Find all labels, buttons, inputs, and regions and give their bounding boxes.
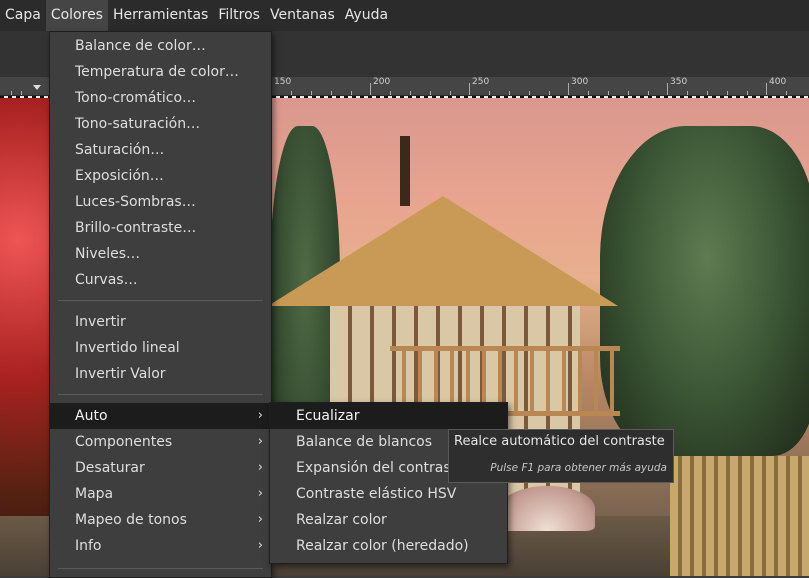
ruler-tick — [430, 91, 431, 95]
menu-item-temperatura-de-color[interactable]: Temperatura de color… — [50, 59, 271, 85]
ruler-tick — [469, 83, 470, 95]
menu-item-mapeo-de-tonos[interactable]: Mapeo de tonos › — [50, 507, 271, 533]
menu-item-luces-sombras[interactable]: Luces-Sombras… — [50, 189, 271, 215]
menu-ayuda[interactable]: Ayuda — [340, 0, 393, 31]
chevron-right-icon: › — [257, 538, 263, 553]
ruler-tick — [648, 91, 649, 95]
menu-capa[interactable]: Capa — [0, 0, 46, 31]
menu-separator — [58, 300, 263, 301]
ruler-label-200: 200 — [373, 77, 391, 87]
ruler-label-250: 250 — [472, 77, 490, 87]
ruler-tick — [608, 91, 609, 95]
ruler-label-150: 150 — [274, 77, 292, 87]
menu-colores[interactable]: Colores — [45, 0, 108, 31]
ruler-tick — [786, 91, 787, 95]
menu-item-componentes-label: Componentes — [75, 434, 173, 450]
menu-separator — [58, 568, 263, 569]
ruler-tick — [628, 91, 629, 95]
ruler-tick — [766, 83, 767, 95]
tooltip: Realce automático del contraste Pulse F1… — [448, 429, 674, 483]
submenu-item-contraste-elastico-hsv[interactable]: Contraste elástico HSV — [270, 481, 507, 507]
painting-umbrella — [500, 486, 595, 531]
ruler-tick — [747, 91, 748, 95]
menu-item-mapa-label: Mapa — [75, 486, 114, 502]
submenu-item-realzar-color[interactable]: Realzar color — [270, 507, 507, 533]
menu-item-desaturar[interactable]: Desaturar › — [50, 455, 271, 481]
ruler-label-350: 350 — [670, 77, 688, 87]
ruler-tick — [489, 91, 490, 95]
ruler-tick — [687, 91, 688, 95]
menu-item-info-label: Info — [75, 538, 102, 554]
menu-item-desaturar-label: Desaturar — [75, 460, 145, 476]
menu-separator — [58, 394, 263, 395]
menu-item-mapeo-de-tonos-label: Mapeo de tonos — [75, 512, 187, 528]
menu-item-auto-label: Auto — [75, 408, 108, 424]
colores-menu: Balance de color… Temperatura de color… … — [49, 31, 272, 578]
menu-item-mapa[interactable]: Mapa › — [50, 481, 271, 507]
painting-pagoda-roof — [268, 196, 618, 306]
menu-item-auto[interactable]: Auto › — [50, 403, 271, 429]
menu-item-tono-saturacion[interactable]: Tono-saturación… — [50, 111, 271, 137]
ruler-tick — [351, 91, 352, 95]
menu-item-curvas[interactable]: Curvas… — [50, 267, 271, 293]
menu-item-invertir[interactable]: Invertir — [50, 309, 271, 335]
tooltip-title: Realce automático del contraste — [454, 434, 665, 449]
menu-ventanas[interactable]: Ventanas — [265, 0, 340, 31]
ruler-tick — [509, 91, 510, 95]
chevron-right-icon: › — [257, 408, 263, 423]
chevron-right-icon: › — [257, 486, 263, 501]
ruler-tick — [390, 91, 391, 95]
menu-item-niveles[interactable]: Niveles… — [50, 241, 271, 267]
menu-item-brillo-contraste[interactable]: Brillo-contraste… — [50, 215, 271, 241]
menu-item-saturacion[interactable]: Saturación… — [50, 137, 271, 163]
menu-item-tono-cromatico[interactable]: Tono-cromático… — [50, 85, 271, 111]
ruler-tick — [588, 91, 589, 95]
ruler-tick — [529, 91, 530, 95]
ruler-tick — [727, 91, 728, 95]
menu-item-componentes[interactable]: Componentes › — [50, 429, 271, 455]
ruler-tick — [549, 91, 550, 95]
menu-item-balance-de-color[interactable]: Balance de color… — [50, 33, 271, 59]
menubar: Capa Colores Herramientas Filtros Ventan… — [0, 0, 809, 31]
ruler-tick — [667, 83, 668, 95]
ruler-tick — [707, 91, 708, 95]
ruler-label-300: 300 — [571, 77, 589, 87]
ruler-tick — [370, 83, 371, 95]
submenu-item-ecualizar[interactable]: Ecualizar — [270, 403, 507, 429]
ruler-tick — [21, 91, 22, 95]
ruler-label-400: 400 — [769, 77, 787, 87]
menu-item-invertido-lineal[interactable]: Invertido lineal — [50, 335, 271, 361]
auto-submenu: Ecualizar Balance de blancos Expansión d… — [269, 402, 508, 564]
menu-filtros[interactable]: Filtros — [213, 0, 265, 31]
ruler-tick — [450, 91, 451, 95]
ruler-tick — [11, 91, 12, 95]
ruler-tick — [291, 91, 292, 95]
ruler-tick — [311, 91, 312, 95]
painting-green-tree — [600, 126, 809, 456]
ruler-tick — [331, 91, 332, 95]
painting-bamboo-fence — [670, 456, 809, 576]
ruler-tick — [410, 91, 411, 95]
chevron-right-icon: › — [257, 434, 263, 449]
menu-herramientas[interactable]: Herramientas — [108, 0, 213, 31]
ruler-tick — [568, 83, 569, 95]
chevron-right-icon: › — [257, 512, 263, 527]
chevron-right-icon: › — [257, 460, 263, 475]
ruler-pointer-marker-icon — [33, 85, 41, 90]
menu-item-invertir-valor[interactable]: Invertir Valor — [50, 361, 271, 387]
submenu-item-realzar-color-heredado[interactable]: Realzar color (heredado) — [270, 533, 507, 559]
menu-item-info[interactable]: Info › — [50, 533, 271, 559]
tooltip-hint: Pulse F1 para obtener más ayuda — [490, 462, 667, 474]
menu-item-exposicion[interactable]: Exposición… — [50, 163, 271, 189]
